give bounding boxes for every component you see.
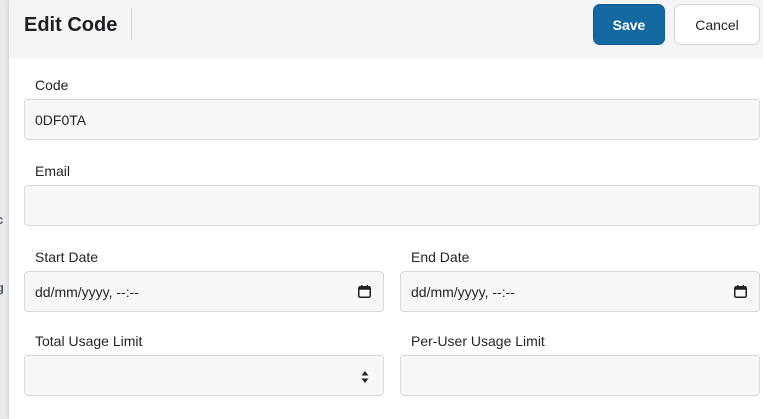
- start-date-placeholder: dd/mm/yyyy, --:--: [35, 284, 139, 300]
- spinner-arrows-icon[interactable]: [361, 370, 369, 384]
- edit-code-modal: Edit Code Save Cancel Code Email Start D…: [9, 0, 763, 419]
- end-date-input[interactable]: dd/mm/yyyy, --:--: [400, 271, 760, 312]
- page-title: Edit Code: [24, 14, 118, 36]
- total-usage-limit-input[interactable]: [24, 355, 384, 396]
- cancel-button[interactable]: Cancel: [674, 4, 760, 45]
- background-text-fragment: g: [0, 280, 4, 295]
- start-date-label: Start Date: [35, 249, 99, 265]
- email-input[interactable]: [24, 185, 760, 226]
- email-label: Email: [35, 163, 71, 179]
- background-page: c g: [0, 0, 9, 419]
- code-input[interactable]: [24, 99, 760, 140]
- modal-header: Edit Code Save Cancel: [9, 0, 763, 58]
- page: c g Edit Code Save Cancel Code Email Sta…: [0, 0, 763, 419]
- end-date-label: End Date: [411, 249, 470, 265]
- per-user-usage-limit-label: Per-User Usage Limit: [411, 333, 545, 349]
- save-button[interactable]: Save: [593, 4, 665, 45]
- code-label: Code: [35, 77, 69, 93]
- end-date-placeholder: dd/mm/yyyy, --:--: [411, 284, 515, 300]
- calendar-icon[interactable]: [734, 285, 747, 298]
- per-user-usage-limit-input[interactable]: [400, 355, 760, 396]
- total-usage-limit-label: Total Usage Limit: [35, 333, 143, 349]
- start-date-input[interactable]: dd/mm/yyyy, --:--: [24, 271, 384, 312]
- header-divider: [131, 8, 132, 40]
- background-text-fragment: c: [0, 212, 3, 227]
- calendar-icon[interactable]: [358, 285, 371, 298]
